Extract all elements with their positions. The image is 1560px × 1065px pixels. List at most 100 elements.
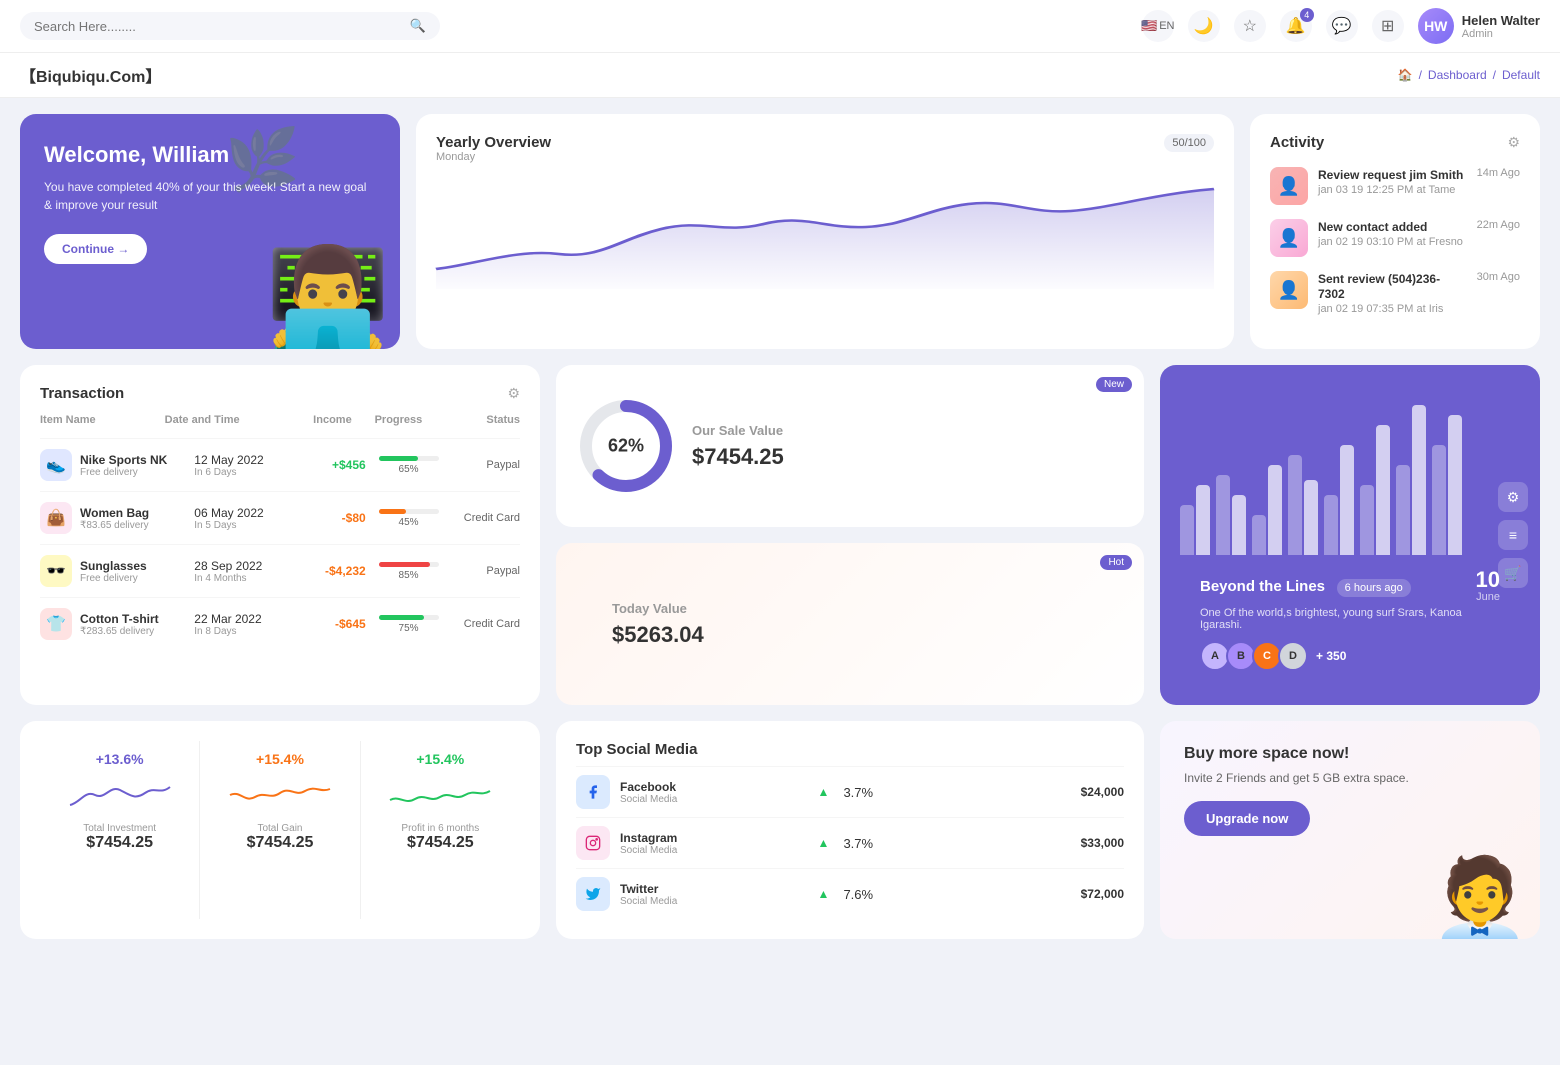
fullscreen-button[interactable]: ⊞ bbox=[1372, 10, 1404, 42]
activity-thumb-1: 👤 bbox=[1270, 167, 1308, 205]
transaction-settings-icon[interactable]: ⚙ bbox=[507, 385, 520, 402]
bar-group bbox=[1252, 465, 1282, 555]
activity-time-3: 30m Ago bbox=[1477, 271, 1520, 283]
social-row-facebook: Facebook Social Media ▲ 3.7% $24,000 bbox=[576, 766, 1124, 817]
tr-income-4: -$645 bbox=[309, 617, 366, 631]
tr-icon-1: 👟 bbox=[40, 449, 72, 481]
today-value: $5263.04 bbox=[612, 622, 1124, 648]
spark-pct-3: +15.4% bbox=[416, 751, 464, 767]
twitter-pct: ▲ bbox=[818, 887, 830, 901]
activity-settings-icon[interactable]: ⚙ bbox=[1507, 134, 1520, 151]
buy-space-card: Buy more space now! Invite 2 Friends and… bbox=[1160, 721, 1540, 939]
tr-item-4: Cotton T-shirt ₹283.65 delivery bbox=[80, 612, 194, 637]
sparkline-chart-2 bbox=[230, 775, 330, 815]
breadcrumb: 🏠 / Dashboard / Default bbox=[1398, 68, 1540, 82]
spark-value-1: $7454.25 bbox=[86, 834, 153, 852]
row-3: +13.6% Total Investment $7454.25 +15.4% … bbox=[20, 721, 1540, 939]
beyond-month: June bbox=[1476, 591, 1500, 603]
language-selector[interactable]: 🇺🇸 EN bbox=[1142, 10, 1174, 42]
spark-item-1: +13.6% Total Investment $7454.25 bbox=[40, 741, 200, 919]
bar-chart-area bbox=[1180, 395, 1520, 555]
notification-badge: 4 bbox=[1300, 8, 1314, 22]
activity-text-2: New contact added jan 02 19 03:10 PM at … bbox=[1318, 219, 1467, 248]
activity-thumb-3: 👤 bbox=[1270, 271, 1308, 309]
tr-progress-3: 85% bbox=[366, 562, 452, 581]
user-name: Helen Walter bbox=[1462, 13, 1540, 28]
today-value-card: Hot Today Value $5263.04 bbox=[556, 543, 1144, 705]
bar-mini-chart bbox=[576, 594, 596, 654]
tr-progress-2: 45% bbox=[366, 509, 452, 528]
chart-filter-icon[interactable]: ≡ bbox=[1498, 520, 1528, 550]
beyond-section: Beyond the Lines 6 hours ago 10 June One… bbox=[1180, 555, 1520, 685]
tr-date-2: 06 May 2022 In 5 Days bbox=[194, 506, 308, 531]
instagram-pct: ▲ bbox=[818, 836, 830, 850]
buy-illustration: 🧑‍💼 bbox=[1430, 859, 1530, 939]
beyond-time: 6 hours ago bbox=[1337, 579, 1411, 597]
bar-group bbox=[1180, 485, 1210, 555]
welcome-title: Welcome, William bbox=[44, 142, 376, 168]
notifications-button[interactable]: 🔔 4 bbox=[1280, 10, 1312, 42]
user-role: Admin bbox=[1462, 28, 1540, 40]
transaction-title: Transaction bbox=[40, 385, 124, 402]
tr-status-2: Credit Card bbox=[451, 512, 520, 524]
welcome-illustration: 👨‍💻 bbox=[265, 249, 390, 349]
tr-icon-4: 👕 bbox=[40, 608, 72, 640]
tr-date-1: 12 May 2022 In 6 Days bbox=[194, 453, 308, 478]
messages-button[interactable]: 💬 bbox=[1326, 10, 1358, 42]
tr-date-4: 22 Mar 2022 In 8 Days bbox=[194, 612, 308, 637]
chart-settings-icon[interactable]: ⚙ bbox=[1498, 482, 1528, 512]
brand-logo: 【Biqubiqu.Com】 bbox=[20, 63, 161, 87]
tr-status-1: Paypal bbox=[451, 459, 520, 471]
spark-label-2: Total Gain bbox=[257, 823, 302, 834]
instagram-pct-val: 3.7% bbox=[843, 836, 873, 851]
activity-title: Activity bbox=[1270, 134, 1324, 151]
spark-pct-2: +15.4% bbox=[256, 751, 304, 767]
welcome-subtitle: You have completed 40% of your this week… bbox=[44, 178, 376, 214]
favorites-button[interactable]: ☆ bbox=[1234, 10, 1266, 42]
sales-column: New 62% Our Sale Value $7454.25 Hot bbox=[556, 365, 1144, 705]
yearly-chart bbox=[436, 179, 1214, 289]
continue-button[interactable]: Continue → bbox=[44, 234, 147, 264]
tr-item-2: Women Bag ₹83.65 delivery bbox=[80, 506, 194, 531]
activity-thumb-2: 👤 bbox=[1270, 219, 1308, 257]
tr-icon-2: 👜 bbox=[40, 502, 72, 534]
mini-avatar-4: D bbox=[1278, 641, 1308, 671]
spark-label-3: Profit in 6 months bbox=[401, 823, 479, 834]
search-bar: 🔍 bbox=[20, 12, 440, 40]
facebook-icon bbox=[576, 775, 610, 809]
main-content: 🌿 Welcome, William You have completed 40… bbox=[0, 98, 1560, 955]
facebook-info: Facebook Social Media bbox=[620, 780, 808, 805]
row-1: 🌿 Welcome, William You have completed 40… bbox=[20, 114, 1540, 349]
upgrade-button[interactable]: Upgrade now bbox=[1184, 801, 1310, 836]
twitter-icon bbox=[576, 877, 610, 911]
social-row-twitter: Twitter Social Media ▲ 7.6% $72,000 bbox=[576, 868, 1124, 919]
buy-space-desc: Invite 2 Friends and get 5 GB extra spac… bbox=[1184, 771, 1516, 785]
yearly-overview-card: Yearly Overview Monday 50/100 bbox=[416, 114, 1234, 349]
tr-status-4: Credit Card bbox=[451, 618, 520, 630]
activity-time-2: 22m Ago bbox=[1477, 219, 1520, 231]
bar-group bbox=[1324, 445, 1354, 555]
sale-value: $7454.25 bbox=[692, 444, 1124, 470]
search-icon: 🔍 bbox=[410, 18, 426, 34]
facebook-pct-val: 3.7% bbox=[843, 785, 873, 800]
bar-group bbox=[1216, 475, 1246, 555]
breadcrumb-bar: 【Biqubiqu.Com】 🏠 / Dashboard / Default bbox=[0, 53, 1560, 98]
welcome-card: 🌿 Welcome, William You have completed 40… bbox=[20, 114, 400, 349]
new-badge: New bbox=[1096, 377, 1132, 392]
table-row: 🕶️ Sunglasses Free delivery 28 Sep 2022 … bbox=[40, 544, 520, 597]
beyond-date: 10 bbox=[1476, 569, 1500, 591]
beyond-title: Beyond the Lines bbox=[1200, 578, 1325, 595]
today-info: Today Value $5263.04 bbox=[612, 601, 1124, 648]
breadcrumb-dashboard[interactable]: Dashboard bbox=[1428, 68, 1487, 82]
activity-item-2: 👤 New contact added jan 02 19 03:10 PM a… bbox=[1270, 219, 1520, 257]
dark-mode-toggle[interactable]: 🌙 bbox=[1188, 10, 1220, 42]
beyond-desc: One Of the world,s brightest, young surf… bbox=[1200, 607, 1500, 631]
social-row-instagram: Instagram Social Media ▲ 3.7% $33,000 bbox=[576, 817, 1124, 868]
instagram-amount: $33,000 bbox=[1081, 836, 1124, 850]
bar-group bbox=[1360, 425, 1390, 555]
chart-cart-icon[interactable]: 🛒 bbox=[1498, 558, 1528, 588]
search-input[interactable] bbox=[34, 19, 402, 34]
donut-chart: 62% bbox=[576, 396, 676, 496]
home-icon[interactable]: 🏠 bbox=[1398, 68, 1413, 82]
user-menu[interactable]: HW Helen Walter Admin bbox=[1418, 8, 1540, 44]
